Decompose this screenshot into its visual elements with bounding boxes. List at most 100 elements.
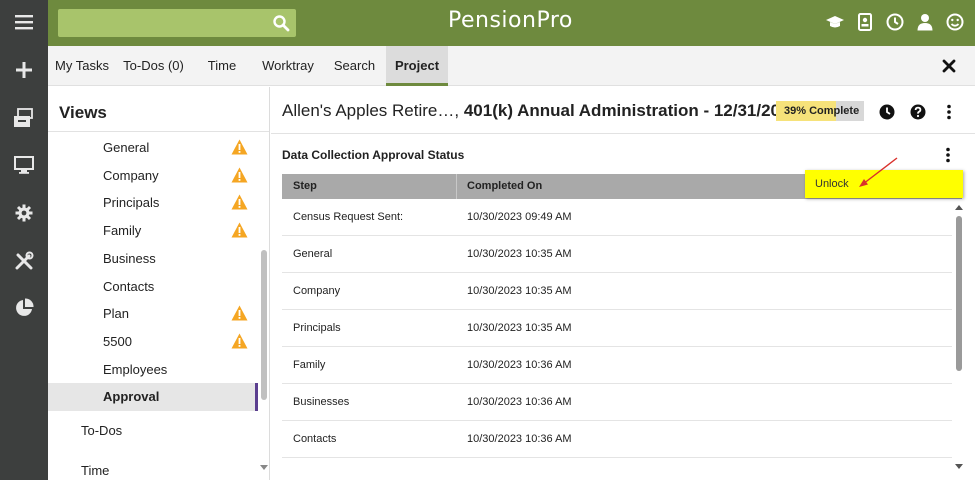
sidebar-item-company[interactable]: Company [48,162,258,190]
left-rail [0,0,48,480]
table-scrollbar[interactable] [954,202,964,480]
search-input[interactable] [58,9,296,37]
warning-icon [231,139,248,155]
sidebar-item-label: Contacts [103,279,155,294]
column-header-step[interactable]: Step [293,180,317,192]
sidebar-section-time[interactable]: Time [81,463,109,478]
tab-my-tasks[interactable]: My Tasks [48,46,116,86]
tab-project[interactable]: Project [386,46,448,86]
table-row: Family 10/30/2023 10:36 AM [282,347,952,384]
sidebar-item-label: General [103,140,150,155]
cell-completed-on: 10/30/2023 10:35 AM [467,248,572,260]
tools-icon[interactable] [0,243,48,279]
table-row: Census Request Sent: 10/30/2023 09:49 AM [282,199,952,236]
sidebar-item-principals[interactable]: Principals [48,189,258,217]
table-row: General 10/30/2023 10:35 AM [282,236,952,273]
sidebar-item-approval[interactable]: Approval [48,383,258,411]
warning-icon [231,194,248,210]
app-brand: PensionPro [448,8,573,33]
cell-step: General [293,248,333,260]
sidebar-item-label: Plan [103,306,130,321]
sidebar-item-label: Business [103,251,156,266]
menu-icon[interactable] [0,4,48,40]
gear-icon[interactable] [0,195,48,231]
sidebar-item-label: Employees [103,362,168,377]
cell-completed-on: 10/30/2023 10:35 AM [467,322,572,334]
scroll-up-icon[interactable] [955,205,963,211]
header-icon-group [878,103,957,120]
close-icon[interactable] [941,58,957,74]
warning-icon [231,222,248,238]
inbox-icon[interactable] [0,100,48,136]
sidebar-item-label: Family [103,223,142,238]
tab-search[interactable]: Search [323,46,386,86]
cell-step: Businesses [293,396,350,408]
sidebar-item-contacts[interactable]: Contacts [48,273,258,301]
tab-worktray[interactable]: Worktray [253,46,323,86]
tab-to-dos[interactable]: To-Dos (0) [116,46,191,86]
top-bar: PensionPro [48,0,975,46]
sidebar-item-label: Approval [103,389,160,404]
warning-icon [231,305,248,321]
monitor-icon[interactable] [0,147,48,183]
smiley-icon[interactable] [945,12,965,32]
progress-label: 39% Complete [784,105,860,117]
search-icon[interactable] [272,14,290,32]
main-panel: Allen's Apples Retire…, 401(k) Annual Ad… [271,87,975,480]
sidebar-item-general[interactable]: General [48,134,258,162]
scrollbar-thumb[interactable] [261,250,267,400]
card-more-options-icon[interactable] [945,147,953,163]
tab-bar: My Tasks To-Dos (0) Time Worktray Search… [48,46,975,86]
sidebar-section-to-dos[interactable]: To-Dos [81,423,122,438]
cell-completed-on: 10/30/2023 09:49 AM [467,211,572,223]
user-icon[interactable] [915,12,935,32]
project-title-prefix: Allen's Apples Retire…, [282,101,460,120]
cell-step: Census Request Sent: [293,211,404,223]
table-row: Contacts 10/30/2023 10:36 AM [282,421,952,458]
app-window: PensionPro My Tasks To-Dos (0) Time Work… [0,0,975,480]
table-row: Businesses 10/30/2023 10:36 AM [282,384,952,421]
table-row: Company 10/30/2023 10:35 AM [282,273,952,310]
annotation-arrow [859,157,898,187]
views-sidebar: Views General Company Principals Family … [48,87,270,480]
scrollbar-thumb[interactable] [956,216,962,371]
divider [48,131,269,132]
more-options-icon[interactable] [940,103,957,120]
sidebar-item-label: Company [103,168,159,183]
scroll-down-icon[interactable] [955,464,963,470]
card-title: Data Collection Approval Status [282,148,465,162]
help-icon[interactable] [909,103,926,120]
warning-icon [231,333,248,349]
table-row: Principals 10/30/2023 10:35 AM [282,310,952,347]
sidebar-item-plan[interactable]: Plan [48,300,258,328]
divider [271,133,975,134]
sidebar-item-5500[interactable]: 5500 [48,328,258,356]
project-title: Allen's Apples Retire…, 401(k) Annual Ad… [282,101,799,121]
sidebar-item-label: 5500 [103,334,132,349]
sidebar-item-label: Principals [103,195,160,210]
sidebar-scrollbar[interactable] [258,87,269,480]
progress-badge: 39% Complete [776,101,864,121]
cell-step: Principals [293,322,341,334]
views-heading: Views [59,103,107,122]
cell-step: Company [293,285,341,297]
sidebar-item-family[interactable]: Family [48,217,258,245]
pie-chart-icon[interactable] [0,290,48,326]
clock-icon[interactable] [885,12,905,32]
scroll-down-icon[interactable] [260,465,268,471]
sidebar-item-employees[interactable]: Employees [48,356,258,384]
clock-icon[interactable] [878,103,895,120]
top-icon-group [825,12,965,32]
cell-completed-on: 10/30/2023 10:36 AM [467,359,572,371]
cell-completed-on: 10/30/2023 10:36 AM [467,396,572,408]
cell-step: Contacts [293,433,337,445]
column-header-completed-on[interactable]: Completed On [467,180,542,192]
contact-card-icon[interactable] [855,12,875,32]
project-title-main: 401(k) Annual Administration - 12/31/202… [463,101,799,120]
sidebar-item-business[interactable]: Business [48,245,258,273]
column-divider [456,174,457,199]
cell-step: Family [293,359,326,371]
tab-time[interactable]: Time [191,46,253,86]
graduation-cap-icon[interactable] [825,12,845,32]
plus-icon[interactable] [0,52,48,88]
